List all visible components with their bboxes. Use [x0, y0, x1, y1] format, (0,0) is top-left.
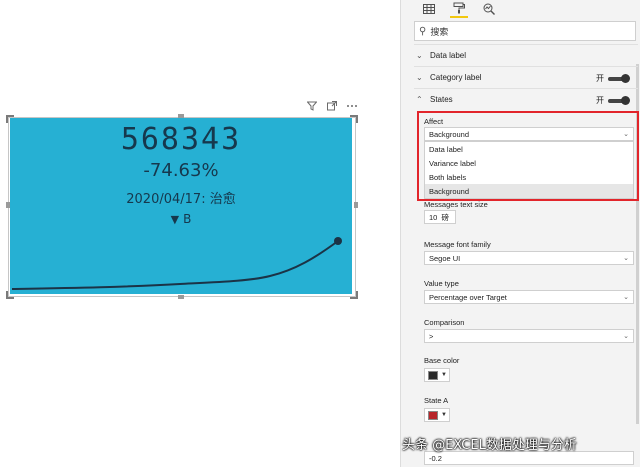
chevron-down-icon: ⌄ — [623, 255, 629, 262]
section-title: Data label — [430, 50, 467, 60]
visual-header — [306, 100, 358, 112]
states-toggle[interactable]: 开 — [596, 95, 630, 106]
value-type-label: Value type — [424, 279, 459, 288]
kpi-percent-change: -74.63% — [143, 160, 219, 181]
divider — [414, 66, 638, 67]
resize-handle-bottom[interactable] — [178, 295, 184, 299]
text-size-unit: 磅 — [441, 212, 449, 222]
divider — [414, 44, 638, 45]
dropdown-value: Percentage over Target — [429, 292, 507, 302]
power-bi-canvas: { "visual": { "value": "568343", "percen… — [0, 0, 640, 467]
toggle-switch[interactable] — [608, 73, 630, 83]
caret-down-icon: ▼ — [441, 412, 447, 418]
fields-icon[interactable] — [420, 0, 438, 18]
kpi-date-label: 2020/04/17: 治愈 — [126, 192, 236, 207]
message-font-family-dropdown[interactable]: Segoe UI ⌄ — [424, 251, 634, 265]
watermark-text: 头条 @EXCEL数据处理与分析 — [402, 438, 577, 453]
section-title: States — [430, 94, 453, 104]
pane-tabs — [420, 0, 498, 20]
color-swatch — [428, 370, 438, 380]
down-triangle-icon: ▼ — [170, 213, 180, 226]
highlight-box — [417, 111, 639, 201]
kpi-value: 568343 — [120, 122, 242, 157]
chevron-down-icon: ⌄ — [623, 294, 629, 301]
resize-handle-right[interactable] — [354, 202, 358, 208]
toggle-label: 开 — [596, 96, 604, 105]
kpi-state-indicator: ▼ B — [10, 212, 352, 226]
messages-text-size-label: Messages text size — [424, 200, 488, 209]
divider — [414, 88, 638, 89]
kpi-card-visual[interactable]: 568343 -74.63% 2020/04/17: 治愈 ▼ B — [10, 118, 352, 294]
toggle-switch[interactable] — [608, 95, 630, 105]
toggle-label: 开 — [596, 74, 604, 83]
chevron-down-icon: ⌄ — [623, 333, 629, 340]
sparkline-end-point — [334, 237, 342, 245]
base-color-picker[interactable]: ▼ — [424, 368, 450, 382]
more-options-icon[interactable] — [346, 100, 358, 112]
messages-text-size-input[interactable]: 10 磅 — [424, 210, 456, 224]
state-a-color-picker[interactable]: ▼ — [424, 408, 450, 422]
chevron-up-icon: ⌃ — [416, 94, 423, 104]
caret-down-icon: ▼ — [441, 372, 447, 378]
chevron-down-icon: ⌄ — [416, 72, 423, 82]
pane-search-input[interactable]: ⚲ 搜索 — [414, 21, 636, 41]
comparison-label: Comparison — [424, 318, 465, 327]
value-type-dropdown[interactable]: Percentage over Target ⌄ — [424, 290, 634, 304]
section-data-label[interactable]: ⌄ Data label — [416, 47, 466, 63]
dropdown-value: > — [429, 331, 434, 341]
chevron-down-icon: ⌄ — [416, 50, 423, 60]
state-a-label: State A — [424, 396, 449, 405]
search-placeholder: 搜索 — [430, 26, 449, 37]
message-font-family-label: Message font family — [424, 240, 491, 249]
search-icon: ⚲ — [419, 25, 427, 37]
color-swatch — [428, 410, 438, 420]
base-color-label: Base color — [424, 356, 460, 365]
state-a-value-input[interactable]: -0.2 — [424, 451, 634, 465]
comparison-dropdown[interactable]: > ⌄ — [424, 329, 634, 343]
format-paint-icon[interactable] — [450, 0, 468, 18]
field-value: -0.2 — [429, 453, 442, 463]
category-label-toggle[interactable]: 开 — [596, 73, 630, 84]
dropdown-value: Segoe UI — [429, 253, 461, 263]
section-states[interactable]: ⌃ States — [416, 91, 453, 107]
section-title: Category label — [430, 72, 482, 82]
section-category-label[interactable]: ⌄ Category label — [416, 69, 482, 85]
focus-mode-icon[interactable] — [326, 100, 338, 112]
text-size-value: 10 — [429, 212, 438, 222]
filter-icon[interactable] — [306, 100, 318, 112]
analytics-icon[interactable] — [480, 0, 498, 18]
kpi-state-label: B — [183, 212, 192, 226]
